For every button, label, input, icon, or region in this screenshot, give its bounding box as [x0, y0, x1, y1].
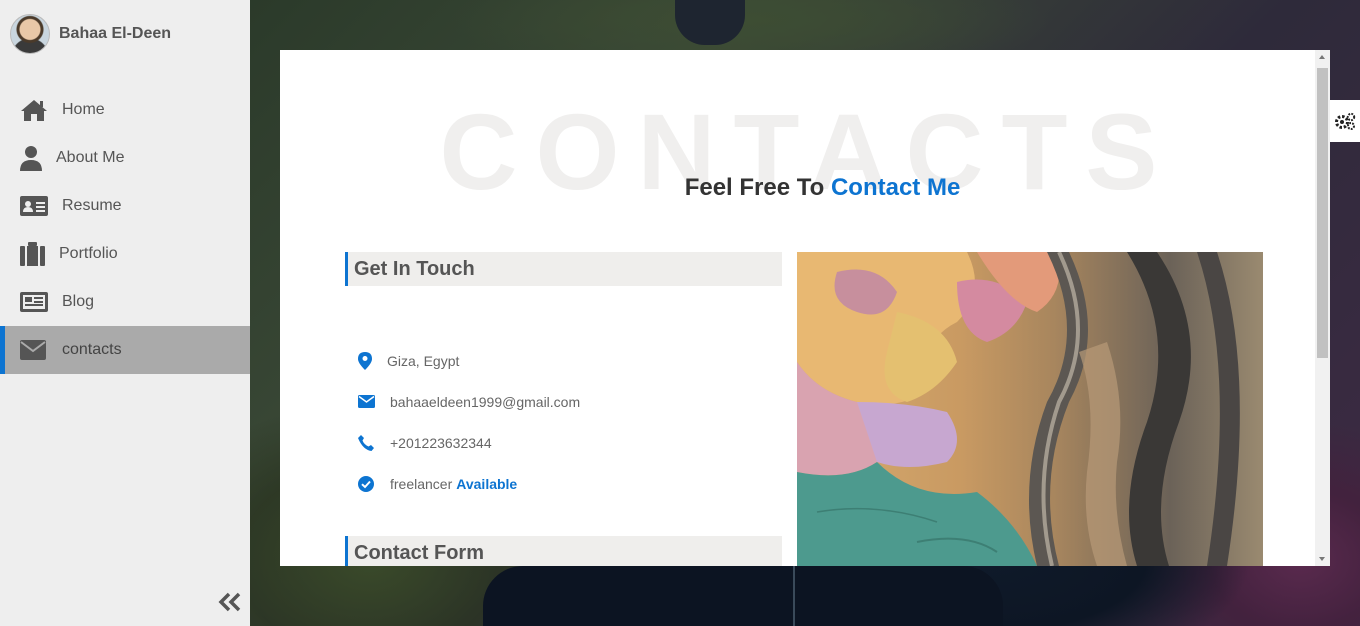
home-icon — [20, 97, 48, 123]
sidebar: Bahaa El-Deen Home About Me Resume Portf… — [0, 0, 250, 626]
background-jacket-zipper — [793, 566, 795, 626]
envelope-icon — [20, 337, 48, 363]
freelancer-status: Available — [456, 475, 518, 492]
newspaper-icon — [20, 289, 48, 315]
sidebar-item-label: Resume — [62, 197, 122, 214]
background-person-head — [675, 0, 745, 45]
get-in-touch-title: Get In Touch — [345, 252, 782, 286]
headline-accent: Contact Me — [830, 174, 961, 201]
modal-scrollbar[interactable] — [1315, 50, 1330, 566]
gears-icon — [1335, 112, 1356, 130]
scrollbar-thumb[interactable] — [1317, 68, 1328, 358]
id-card-icon — [20, 193, 48, 219]
phone-text: +201223632344 — [390, 434, 492, 451]
phone-icon — [358, 434, 390, 451]
freelancer-label: freelancer — [390, 475, 453, 492]
collapse-sidebar-button[interactable] — [218, 592, 242, 612]
check-circle-icon — [358, 475, 390, 492]
email-text: bahaaeldeen1999@gmail.com — [390, 393, 581, 410]
settings-toggle-button[interactable] — [1330, 100, 1360, 142]
avatar — [10, 14, 50, 54]
sidebar-item-blog[interactable]: Blog — [0, 278, 250, 326]
envelope-icon — [358, 395, 390, 408]
sidebar-item-label: Home — [62, 101, 105, 118]
sidebar-item-home[interactable]: Home — [0, 86, 250, 134]
headline-prefix: Feel Free To — [684, 174, 825, 201]
sidebar-item-label: Blog — [62, 293, 95, 310]
contact-form-title: Contact Form — [345, 536, 782, 566]
sidebar-nav: Home About Me Resume Portfolio Blog cont… — [0, 86, 250, 374]
sidebar-item-portfolio[interactable]: Portfolio — [0, 230, 250, 278]
background-person-jacket — [483, 566, 1003, 626]
contact-phone[interactable]: +201223632344 — [358, 422, 580, 463]
sidebar-item-label: Portfolio — [59, 245, 118, 262]
sidebar-item-about[interactable]: About Me — [0, 134, 250, 182]
scroll-down-icon[interactable] — [1319, 557, 1325, 561]
globe-image — [797, 252, 1263, 566]
sidebar-item-label: contacts — [62, 341, 122, 358]
scroll-up-icon[interactable] — [1319, 55, 1325, 59]
contact-info-list: Giza, Egypt bahaaeldeen1999@gmail.com +2… — [358, 340, 580, 504]
contact-email[interactable]: bahaaeldeen1999@gmail.com — [358, 381, 580, 422]
profile-name: Bahaa El-Deen — [59, 25, 172, 42]
sidebar-item-resume[interactable]: Resume — [0, 182, 250, 230]
double-chevron-left-icon — [218, 592, 241, 612]
user-icon — [20, 145, 42, 171]
contact-freelance: freelancer Available — [358, 463, 580, 504]
location-text: Giza, Egypt — [387, 352, 460, 369]
section-headline: Feel Free To Contact Me — [280, 174, 1315, 202]
profile[interactable]: Bahaa El-Deen — [10, 14, 171, 54]
map-marker-icon — [358, 351, 390, 370]
contact-location: Giza, Egypt — [358, 340, 580, 381]
sidebar-item-contacts[interactable]: contacts — [0, 326, 250, 374]
contacts-panel: CONTACTS Feel Free To Contact Me Get In … — [280, 50, 1330, 566]
sidebar-item-label: About Me — [56, 149, 125, 166]
briefcase-icon — [20, 241, 45, 267]
